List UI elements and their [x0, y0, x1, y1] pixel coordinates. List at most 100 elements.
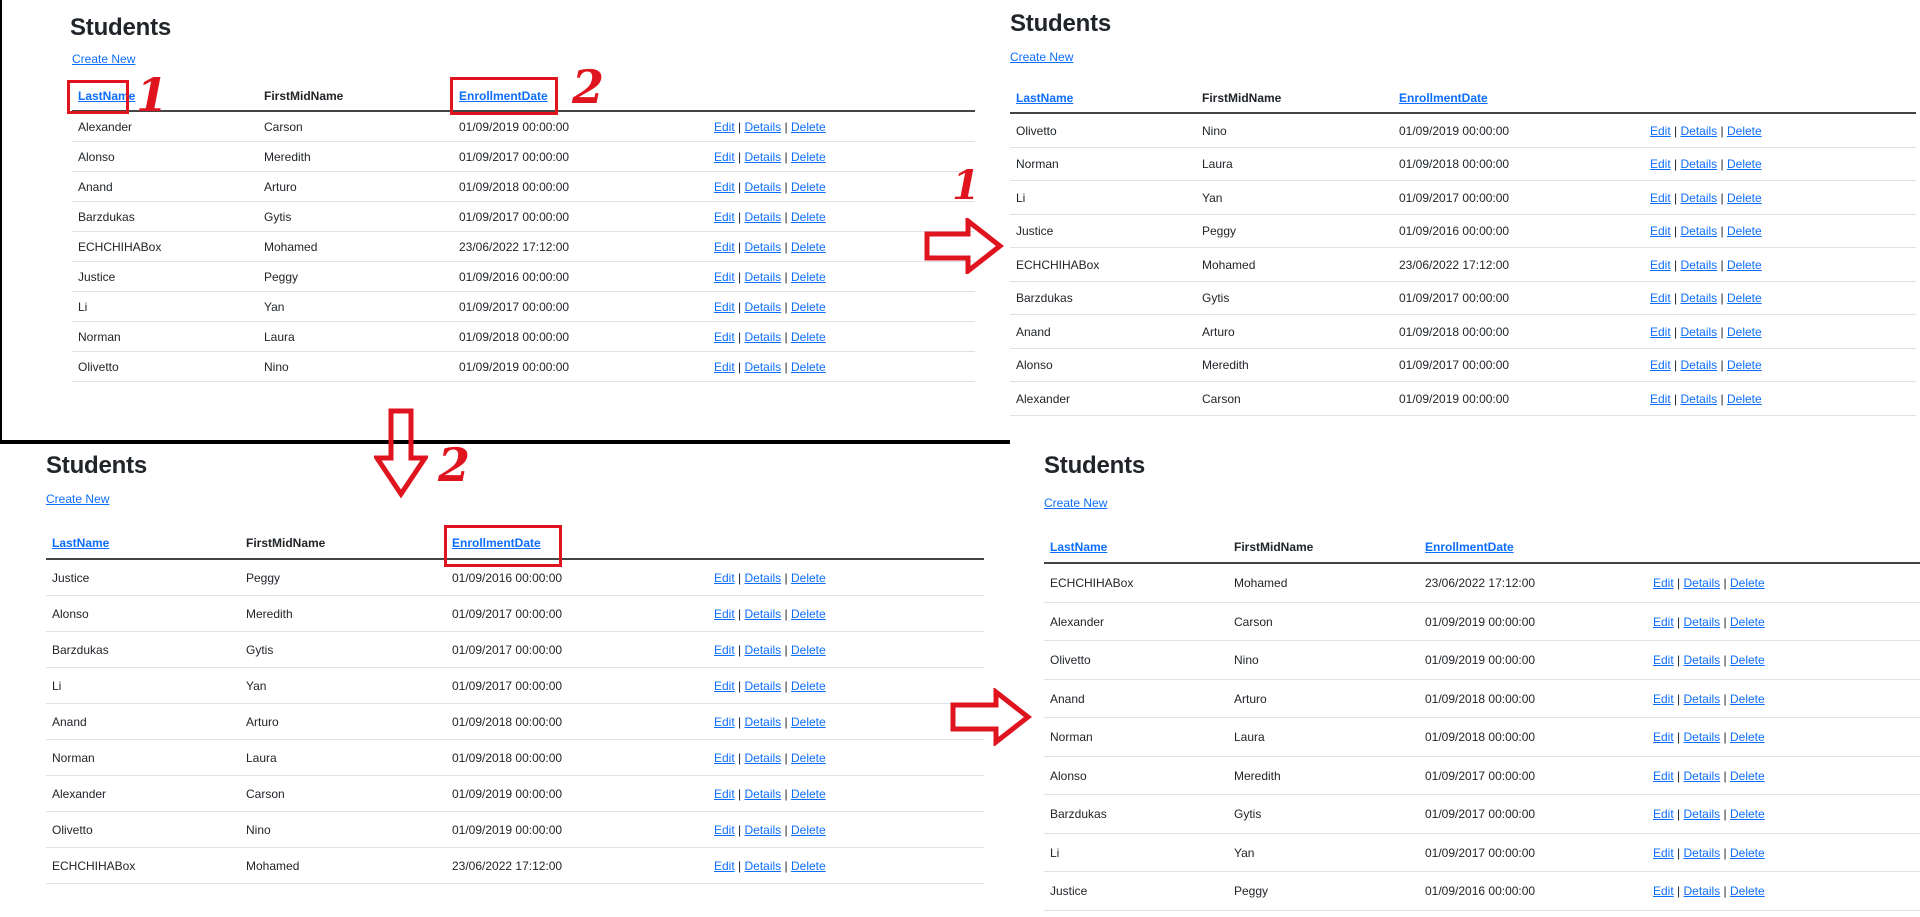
edit-link[interactable]: Edit: [1653, 615, 1674, 629]
delete-link[interactable]: Delete: [791, 330, 826, 344]
edit-link[interactable]: Edit: [1650, 325, 1671, 339]
create-new-link[interactable]: Create New: [1044, 496, 1107, 510]
edit-link[interactable]: Edit: [1650, 157, 1671, 171]
edit-link[interactable]: Edit: [714, 180, 735, 194]
edit-link[interactable]: Edit: [714, 120, 735, 134]
delete-link[interactable]: Delete: [1730, 884, 1765, 898]
edit-link[interactable]: Edit: [1653, 884, 1674, 898]
details-link[interactable]: Details: [1684, 692, 1721, 706]
edit-link[interactable]: Edit: [714, 330, 735, 344]
details-link[interactable]: Details: [745, 270, 782, 284]
delete-link[interactable]: Delete: [1727, 258, 1762, 272]
details-link[interactable]: Details: [1681, 358, 1718, 372]
details-link[interactable]: Details: [1684, 846, 1721, 860]
edit-link[interactable]: Edit: [714, 715, 735, 729]
create-new-link[interactable]: Create New: [46, 492, 109, 506]
delete-link[interactable]: Delete: [791, 300, 826, 314]
details-link[interactable]: Details: [745, 823, 782, 837]
details-link[interactable]: Details: [1684, 615, 1721, 629]
edit-link[interactable]: Edit: [1650, 291, 1671, 305]
delete-link[interactable]: Delete: [791, 360, 826, 374]
details-link[interactable]: Details: [745, 240, 782, 254]
delete-link[interactable]: Delete: [1730, 576, 1765, 590]
delete-link[interactable]: Delete: [791, 715, 826, 729]
details-link[interactable]: Details: [1684, 884, 1721, 898]
create-new-link[interactable]: Create New: [1010, 50, 1073, 64]
delete-link[interactable]: Delete: [791, 150, 826, 164]
delete-link[interactable]: Delete: [1727, 392, 1762, 406]
edit-link[interactable]: Edit: [714, 751, 735, 765]
edit-link[interactable]: Edit: [714, 607, 735, 621]
details-link[interactable]: Details: [1681, 325, 1718, 339]
details-link[interactable]: Details: [745, 300, 782, 314]
details-link[interactable]: Details: [1684, 653, 1721, 667]
delete-link[interactable]: Delete: [1730, 615, 1765, 629]
edit-link[interactable]: Edit: [1650, 124, 1671, 138]
edit-link[interactable]: Edit: [1653, 846, 1674, 860]
edit-link[interactable]: Edit: [714, 300, 735, 314]
edit-link[interactable]: Edit: [714, 270, 735, 284]
delete-link[interactable]: Delete: [1727, 191, 1762, 205]
delete-link[interactable]: Delete: [791, 120, 826, 134]
edit-link[interactable]: Edit: [714, 240, 735, 254]
sort-enrollmentdate-link[interactable]: EnrollmentDate: [1399, 91, 1488, 105]
details-link[interactable]: Details: [745, 787, 782, 801]
details-link[interactable]: Details: [745, 751, 782, 765]
sort-lastname-link[interactable]: LastName: [1050, 540, 1107, 554]
details-link[interactable]: Details: [745, 360, 782, 374]
edit-link[interactable]: Edit: [714, 679, 735, 693]
details-link[interactable]: Details: [745, 180, 782, 194]
edit-link[interactable]: Edit: [714, 360, 735, 374]
delete-link[interactable]: Delete: [1727, 224, 1762, 238]
delete-link[interactable]: Delete: [791, 859, 826, 873]
delete-link[interactable]: Delete: [791, 643, 826, 657]
sort-enrollmentdate-link[interactable]: EnrollmentDate: [1425, 540, 1514, 554]
details-link[interactable]: Details: [1684, 769, 1721, 783]
details-link[interactable]: Details: [1681, 291, 1718, 305]
edit-link[interactable]: Edit: [714, 823, 735, 837]
delete-link[interactable]: Delete: [1727, 358, 1762, 372]
details-link[interactable]: Details: [745, 150, 782, 164]
edit-link[interactable]: Edit: [1653, 769, 1674, 783]
delete-link[interactable]: Delete: [791, 270, 826, 284]
details-link[interactable]: Details: [745, 330, 782, 344]
delete-link[interactable]: Delete: [791, 240, 826, 254]
edit-link[interactable]: Edit: [714, 150, 735, 164]
delete-link[interactable]: Delete: [791, 571, 826, 585]
delete-link[interactable]: Delete: [1730, 807, 1765, 821]
edit-link[interactable]: Edit: [1653, 576, 1674, 590]
details-link[interactable]: Details: [1681, 157, 1718, 171]
delete-link[interactable]: Delete: [1730, 692, 1765, 706]
details-link[interactable]: Details: [745, 643, 782, 657]
delete-link[interactable]: Delete: [791, 787, 826, 801]
details-link[interactable]: Details: [1681, 258, 1718, 272]
details-link[interactable]: Details: [745, 571, 782, 585]
edit-link[interactable]: Edit: [1650, 358, 1671, 372]
details-link[interactable]: Details: [745, 859, 782, 873]
edit-link[interactable]: Edit: [1650, 258, 1671, 272]
sort-lastname-link[interactable]: LastName: [1016, 91, 1073, 105]
details-link[interactable]: Details: [745, 120, 782, 134]
details-link[interactable]: Details: [745, 210, 782, 224]
delete-link[interactable]: Delete: [1727, 325, 1762, 339]
edit-link[interactable]: Edit: [1653, 692, 1674, 706]
edit-link[interactable]: Edit: [1653, 730, 1674, 744]
delete-link[interactable]: Delete: [1727, 291, 1762, 305]
details-link[interactable]: Details: [745, 679, 782, 693]
edit-link[interactable]: Edit: [714, 787, 735, 801]
edit-link[interactable]: Edit: [714, 643, 735, 657]
delete-link[interactable]: Delete: [1727, 157, 1762, 171]
delete-link[interactable]: Delete: [791, 607, 826, 621]
delete-link[interactable]: Delete: [1730, 769, 1765, 783]
delete-link[interactable]: Delete: [1730, 730, 1765, 744]
sort-lastname-link[interactable]: LastName: [52, 536, 109, 550]
edit-link[interactable]: Edit: [714, 210, 735, 224]
edit-link[interactable]: Edit: [1650, 191, 1671, 205]
edit-link[interactable]: Edit: [1653, 807, 1674, 821]
delete-link[interactable]: Delete: [791, 180, 826, 194]
delete-link[interactable]: Delete: [1727, 124, 1762, 138]
delete-link[interactable]: Delete: [791, 679, 826, 693]
details-link[interactable]: Details: [1684, 576, 1721, 590]
create-new-link[interactable]: Create New: [72, 52, 135, 66]
edit-link[interactable]: Edit: [1650, 224, 1671, 238]
